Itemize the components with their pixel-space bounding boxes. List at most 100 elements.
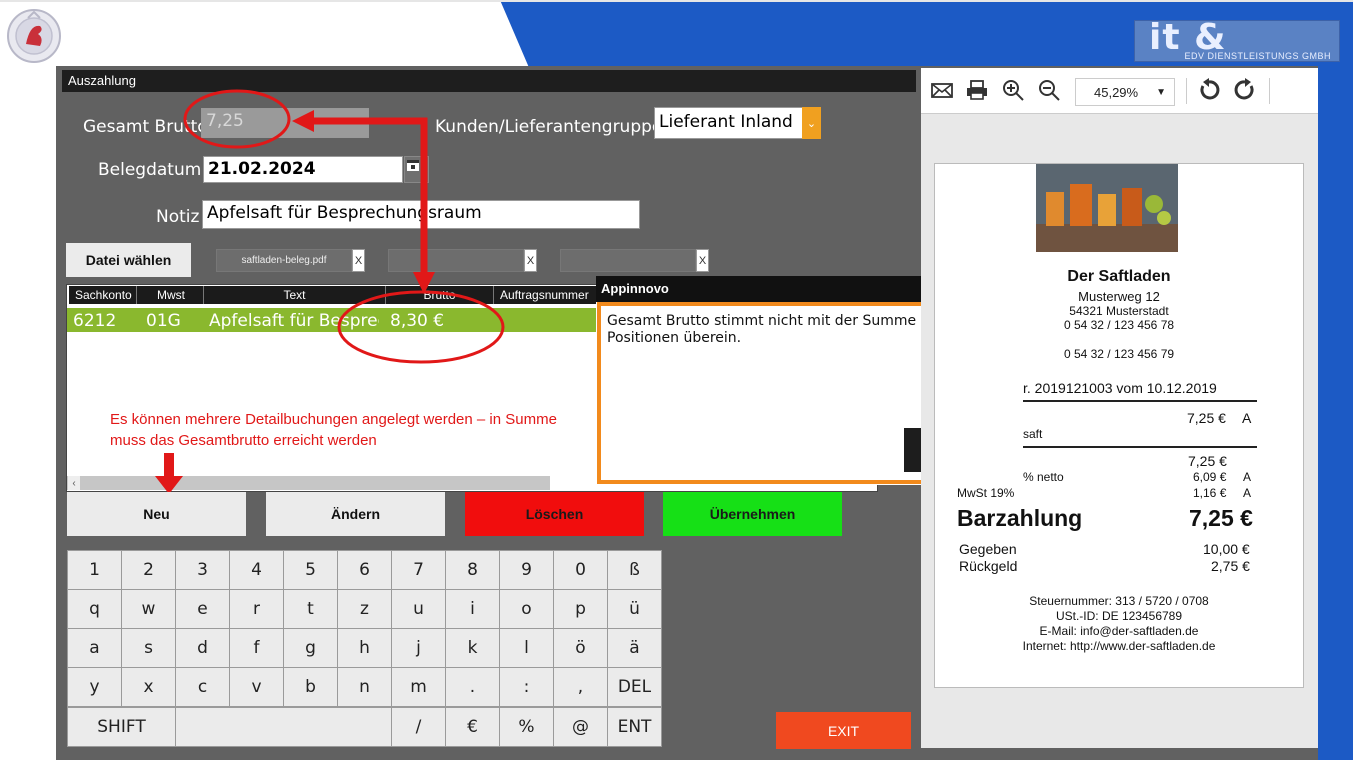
key-z[interactable]: z bbox=[337, 589, 392, 629]
key-s[interactable]: s bbox=[121, 628, 176, 668]
key-b[interactable]: b bbox=[283, 667, 338, 707]
arrow-head-left-icon bbox=[292, 110, 314, 132]
key-x[interactable]: x bbox=[121, 667, 176, 707]
receipt-street: Musterweg 12 bbox=[1078, 289, 1160, 304]
receipt-city: 54321 Musterstadt bbox=[1069, 304, 1169, 318]
key-j[interactable]: j bbox=[391, 628, 446, 668]
zoom-value: 45,29% bbox=[1094, 84, 1139, 100]
key-7[interactable]: 7 bbox=[391, 550, 446, 590]
key-h[interactable]: h bbox=[337, 628, 392, 668]
key-comma[interactable]: , bbox=[553, 667, 608, 707]
receipt-mwst-tax: A bbox=[1243, 486, 1252, 500]
receipt-mwst-label: MwSt 19% bbox=[957, 486, 1015, 500]
zoom-in-icon[interactable] bbox=[1001, 78, 1025, 102]
loeschen-button[interactable]: Löschen bbox=[465, 492, 644, 536]
key-p[interactable]: p bbox=[553, 589, 608, 629]
highlight-ellipse-gesamt bbox=[183, 89, 291, 149]
key-del[interactable]: DEL bbox=[607, 667, 662, 707]
key-y[interactable]: y bbox=[67, 667, 122, 707]
rotate-right-icon[interactable] bbox=[1233, 78, 1257, 102]
receipt-mwst-value: 1,16 € bbox=[1193, 486, 1227, 500]
exit-button[interactable]: EXIT bbox=[776, 712, 911, 749]
key-ö[interactable]: ö bbox=[553, 628, 608, 668]
key-d[interactable]: d bbox=[175, 628, 230, 668]
receipt-item-name: saft bbox=[1023, 427, 1043, 441]
key-a[interactable]: a bbox=[67, 628, 122, 668]
key-1[interactable]: 1 bbox=[67, 550, 122, 590]
receipt-divider bbox=[1023, 400, 1257, 402]
key-shift[interactable]: SHIFT bbox=[67, 707, 176, 747]
toolbar-divider bbox=[1269, 78, 1270, 104]
key-6[interactable]: 6 bbox=[337, 550, 392, 590]
receipt-phone: 0 54 32 / 123 456 78 bbox=[1063, 318, 1175, 332]
receipt-bar-value: 7,25 € bbox=[1189, 505, 1253, 531]
print-icon[interactable] bbox=[965, 78, 989, 102]
receipt-item-tax: A bbox=[1242, 410, 1252, 426]
key-v[interactable]: v bbox=[229, 667, 284, 707]
receipt-ust-id: USt.-ID: DE 123456789 bbox=[1055, 609, 1183, 623]
key-i[interactable]: i bbox=[445, 589, 500, 629]
key-colon[interactable]: : bbox=[499, 667, 554, 707]
neu-button[interactable]: Neu bbox=[67, 492, 246, 536]
key-slash[interactable]: / bbox=[391, 707, 446, 747]
key-m[interactable]: m bbox=[391, 667, 446, 707]
chevron-down-icon: ▼ bbox=[1156, 86, 1166, 98]
receipt-netto-label: % netto bbox=[1023, 470, 1064, 484]
arrow-down-shaft bbox=[164, 453, 174, 477]
key-3[interactable]: 3 bbox=[175, 550, 230, 590]
mail-icon[interactable] bbox=[930, 78, 954, 102]
key-w[interactable]: w bbox=[121, 589, 176, 629]
key-r[interactable]: r bbox=[229, 589, 284, 629]
receipt-page: Der Saftladen Musterweg 12 54321 Musters… bbox=[934, 163, 1304, 688]
key-g[interactable]: g bbox=[283, 628, 338, 668]
key-q[interactable]: q bbox=[67, 589, 122, 629]
toolbar-divider bbox=[1186, 78, 1187, 104]
key-4[interactable]: 4 bbox=[229, 550, 284, 590]
key-l[interactable]: l bbox=[499, 628, 554, 668]
key-0[interactable]: 0 bbox=[553, 550, 608, 590]
key-9[interactable]: 9 bbox=[499, 550, 554, 590]
key-percent[interactable]: % bbox=[499, 707, 554, 747]
receipt-sum: 7,25 € bbox=[1188, 453, 1227, 469]
receipt-steuernummer: Steuernummer: 313 / 5720 / 0708 bbox=[1029, 594, 1209, 608]
key-o[interactable]: o bbox=[499, 589, 554, 629]
receipt-rueckgeld-value: 2,75 € bbox=[1211, 558, 1250, 574]
key-e[interactable]: e bbox=[175, 589, 230, 629]
key-8[interactable]: 8 bbox=[445, 550, 500, 590]
receipt-divider bbox=[1023, 446, 1257, 448]
key-space[interactable] bbox=[175, 707, 392, 747]
uebernehmen-button[interactable]: Übernehmen bbox=[663, 492, 842, 536]
key-ß[interactable]: ß bbox=[607, 550, 662, 590]
receipt-item-price: 7,25 € bbox=[1187, 410, 1226, 426]
key-u[interactable]: u bbox=[391, 589, 446, 629]
receipt-shop-name: Der Saftladen bbox=[1067, 268, 1171, 285]
key-2[interactable]: 2 bbox=[121, 550, 176, 590]
aendern-button[interactable]: Ändern bbox=[266, 492, 445, 536]
key-n[interactable]: n bbox=[337, 667, 392, 707]
key-at[interactable]: @ bbox=[553, 707, 608, 747]
arrow-shaft bbox=[312, 117, 428, 282]
key-euro[interactable]: € bbox=[445, 707, 500, 747]
receipt-gegeben-label: Gegeben bbox=[959, 541, 1017, 557]
receipt-netto-tax: A bbox=[1243, 470, 1252, 484]
key-c[interactable]: c bbox=[175, 667, 230, 707]
receipt-rueckgeld-label: Rückgeld bbox=[959, 558, 1018, 574]
highlight-ellipse-brutto bbox=[337, 290, 505, 364]
key-5[interactable]: 5 bbox=[283, 550, 338, 590]
key-f[interactable]: f bbox=[229, 628, 284, 668]
zoom-select[interactable]: 45,29% ▼ bbox=[1075, 78, 1175, 106]
receipt-internet: Internet: http://www.der-saftladen.de bbox=[1022, 639, 1216, 653]
key-ä[interactable]: ä bbox=[607, 628, 662, 668]
receipt-gegeben-value: 10,00 € bbox=[1203, 541, 1250, 557]
zoom-out-icon[interactable] bbox=[1037, 78, 1061, 102]
receipt-bar-label: Barzahlung bbox=[957, 505, 1083, 531]
key-enter[interactable]: ENT bbox=[607, 707, 662, 747]
key-t[interactable]: t bbox=[283, 589, 338, 629]
key-period[interactable]: . bbox=[445, 667, 500, 707]
receipt-beleg-number: r. 2019121003 vom 10.12.2019 bbox=[1023, 380, 1217, 396]
juice-photo bbox=[1036, 164, 1178, 252]
key-k[interactable]: k bbox=[445, 628, 500, 668]
key-ü[interactable]: ü bbox=[607, 589, 662, 629]
receipt-email: E-Mail: info@der-saftladen.de bbox=[1039, 624, 1199, 638]
rotate-left-icon[interactable] bbox=[1197, 78, 1221, 102]
